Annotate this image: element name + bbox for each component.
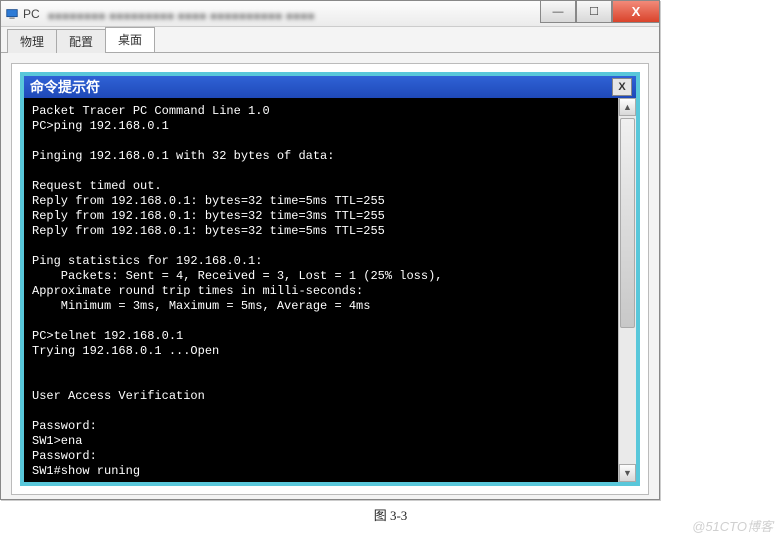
close-icon: X bbox=[632, 4, 641, 19]
minimize-icon: — bbox=[553, 6, 564, 18]
maximize-button[interactable]: ☐ bbox=[576, 0, 612, 23]
window-title: PC bbox=[23, 7, 40, 21]
tab-desktop[interactable]: 桌面 bbox=[105, 27, 155, 52]
terminal-scrollbar[interactable]: ▲ ▼ bbox=[618, 98, 636, 482]
desktop-pane: 命令提示符 X Packet Tracer PC Command Line 1.… bbox=[11, 63, 649, 495]
terminal-output[interactable]: Packet Tracer PC Command Line 1.0 PC>pin… bbox=[24, 98, 618, 482]
tab-strip: 物理 配置 桌面 bbox=[1, 27, 659, 53]
scroll-down-button[interactable]: ▼ bbox=[619, 464, 636, 482]
pc-window: PC ■■■■■■■■ ■■■■■■■■■ ■■■■ ■■■■■■■■■■ ■■… bbox=[0, 0, 660, 500]
figure-caption: 图 3-3 bbox=[0, 505, 781, 524]
scroll-thumb[interactable] bbox=[620, 118, 635, 328]
chevron-down-icon: ▼ bbox=[623, 468, 632, 478]
minimize-button[interactable]: — bbox=[540, 0, 576, 23]
app-icon bbox=[5, 7, 19, 21]
scroll-track[interactable] bbox=[619, 116, 636, 464]
window-controls: — ☐ X bbox=[540, 0, 660, 23]
command-prompt-title: 命令提示符 bbox=[30, 77, 100, 97]
maximize-icon: ☐ bbox=[589, 5, 599, 18]
tab-physical[interactable]: 物理 bbox=[7, 29, 57, 53]
watermark: @51CTO博客 bbox=[692, 516, 773, 535]
close-button[interactable]: X bbox=[612, 0, 660, 23]
command-prompt-close-button[interactable]: X bbox=[612, 78, 632, 96]
command-prompt-titlebar[interactable]: 命令提示符 X bbox=[24, 76, 636, 98]
scroll-up-button[interactable]: ▲ bbox=[619, 98, 636, 116]
command-prompt-frame: 命令提示符 X Packet Tracer PC Command Line 1.… bbox=[20, 72, 640, 486]
tab-config[interactable]: 配置 bbox=[56, 29, 106, 53]
chevron-up-icon: ▲ bbox=[623, 102, 632, 112]
